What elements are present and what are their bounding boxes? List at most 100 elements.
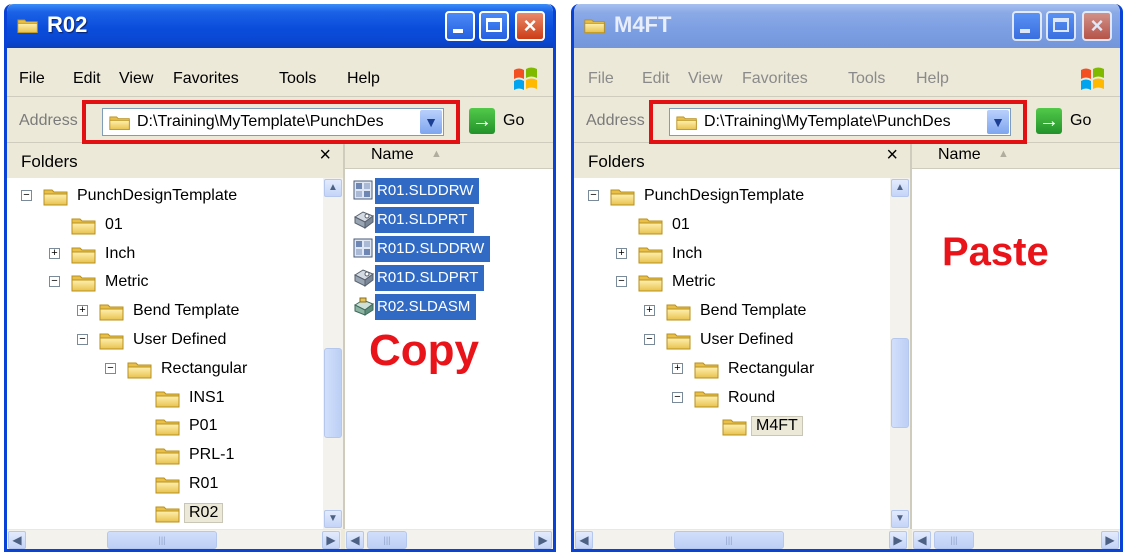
tree-item[interactable]: − PunchDesignTemplate: [21, 183, 321, 211]
scroll-thumb[interactable]: |||: [674, 531, 784, 549]
files-horizontal-scrollbar[interactable]: ◀ ▶ |||: [345, 530, 553, 549]
collapse-icon[interactable]: −: [588, 190, 599, 201]
scroll-up-icon[interactable]: ▲: [891, 179, 909, 197]
tree-item[interactable]: + Inch: [49, 241, 323, 269]
expand-icon[interactable]: +: [616, 247, 627, 259]
tree-item-label: Rectangular: [728, 359, 815, 377]
menu-file[interactable]: File: [19, 70, 45, 88]
collapse-icon[interactable]: −: [77, 334, 88, 345]
tree-item[interactable]: + Bend Template: [77, 298, 323, 326]
menu-favorites[interactable]: Favorites: [742, 70, 808, 88]
menu-help[interactable]: Help: [347, 70, 380, 88]
maximize-button[interactable]: [1046, 11, 1076, 41]
collapse-icon[interactable]: −: [49, 276, 60, 288]
tree-item[interactable]: − Metric: [616, 269, 890, 297]
explorer-window-r02: R02 × File Edit View Favorites Tools Help Addres…: [4, 4, 556, 552]
go-arrow-icon[interactable]: →: [469, 108, 495, 134]
file-name: R02.SLDASM: [375, 294, 477, 320]
tree-item[interactable]: + Rectangular: [672, 356, 890, 384]
tree-item[interactable]: + Bend Template: [644, 298, 890, 326]
expand-icon[interactable]: +: [672, 362, 683, 374]
close-button[interactable]: ×: [515, 11, 545, 41]
tree-item[interactable]: 01: [616, 212, 890, 240]
tree-item[interactable]: − Rectangular: [105, 356, 323, 384]
tree-horizontal-scrollbar[interactable]: ◀ ▶ |||: [7, 530, 341, 549]
menu-view[interactable]: View: [688, 70, 722, 88]
folder-icon: [43, 186, 69, 210]
go-arrow-icon[interactable]: →: [1036, 108, 1062, 134]
tree-item[interactable]: 01: [49, 212, 323, 240]
scroll-left-icon[interactable]: ◀: [346, 531, 364, 549]
go-button[interactable]: Go: [503, 112, 524, 130]
tree-horizontal-scrollbar[interactable]: ◀ ▶ |||: [574, 530, 908, 549]
menu-view[interactable]: View: [119, 70, 153, 88]
scroll-left-icon[interactable]: ◀: [913, 531, 931, 549]
close-button[interactable]: ×: [1082, 11, 1112, 41]
scroll-right-icon[interactable]: ▶: [534, 531, 552, 549]
menu-favorites[interactable]: Favorites: [173, 70, 239, 88]
tree-item[interactable]: R01: [133, 471, 323, 499]
menu-tools[interactable]: Tools: [279, 70, 316, 88]
collapse-icon[interactable]: −: [644, 334, 655, 345]
scroll-thumb[interactable]: |||: [107, 531, 217, 549]
collapse-icon[interactable]: −: [616, 276, 627, 288]
scroll-right-icon[interactable]: ▶: [322, 531, 340, 549]
folder-icon: [71, 272, 97, 296]
address-highlight-box: [82, 100, 460, 144]
tree-item[interactable]: INS1: [133, 385, 323, 413]
expand-icon[interactable]: +: [77, 305, 88, 317]
scroll-thumb[interactable]: [324, 348, 342, 438]
folder-icon: [71, 244, 97, 268]
tree-item[interactable]: − PunchDesignTemplate: [588, 183, 888, 211]
tree-item[interactable]: P01: [133, 413, 323, 441]
collapse-icon[interactable]: −: [21, 190, 32, 201]
window-title: R02: [47, 12, 88, 37]
folder-tree: − PunchDesignTemplate 01 + Inch − Metric + Bend …: [7, 178, 323, 529]
scroll-right-icon[interactable]: ▶: [889, 531, 907, 549]
tree-item-label: PRL-1: [189, 446, 235, 464]
scroll-thumb[interactable]: [891, 338, 909, 428]
close-pane-icon[interactable]: ×: [886, 144, 898, 167]
scroll-up-icon[interactable]: ▲: [324, 179, 342, 197]
tree-item[interactable]: + Inch: [616, 241, 890, 269]
tree-item[interactable]: M4FT: [700, 413, 890, 441]
tree-item-label: Rectangular: [161, 359, 248, 377]
folders-header: Folders ×: [574, 144, 910, 178]
tree-item[interactable]: − Round: [672, 385, 890, 413]
file-name: R01.SLDPRT: [375, 207, 474, 233]
scroll-down-icon[interactable]: ▼: [324, 510, 342, 528]
go-button[interactable]: Go: [1070, 112, 1091, 130]
tree-item[interactable]: PRL-1: [133, 442, 323, 470]
menu-file[interactable]: File: [588, 70, 614, 88]
minimize-button[interactable]: [1012, 11, 1042, 41]
vertical-scrollbar[interactable]: ▲ ▼: [890, 178, 910, 529]
menu-edit[interactable]: Edit: [642, 70, 670, 88]
vertical-scrollbar[interactable]: ▲ ▼: [323, 178, 343, 529]
menu-tools[interactable]: Tools: [848, 70, 885, 88]
name-column-header[interactable]: Name: [371, 146, 414, 164]
close-pane-icon[interactable]: ×: [319, 144, 331, 167]
expand-icon[interactable]: +: [49, 247, 60, 259]
collapse-icon[interactable]: −: [672, 391, 683, 403]
tree-item[interactable]: − Metric: [49, 269, 323, 297]
collapse-icon[interactable]: −: [105, 362, 116, 374]
scroll-down-icon[interactable]: ▼: [891, 510, 909, 528]
maximize-button[interactable]: [479, 11, 509, 41]
files-horizontal-scrollbar[interactable]: ◀ ▶ |||: [912, 530, 1120, 549]
scroll-left-icon[interactable]: ◀: [575, 531, 593, 549]
scroll-left-icon[interactable]: ◀: [8, 531, 26, 549]
tree-item[interactable]: − User Defined: [77, 327, 323, 355]
scroll-thumb[interactable]: |||: [367, 531, 407, 549]
folder-icon: [155, 503, 181, 527]
scroll-thumb[interactable]: |||: [934, 531, 974, 549]
tree-item[interactable]: R02: [133, 500, 323, 528]
scroll-right-icon[interactable]: ▶: [1101, 531, 1119, 549]
tree-item-label: Bend Template: [133, 302, 240, 320]
menu-help[interactable]: Help: [916, 70, 949, 88]
expand-icon[interactable]: +: [644, 305, 655, 317]
file-list-pane: Name ▲ Paste: [912, 144, 1120, 529]
name-column-header[interactable]: Name: [938, 146, 981, 164]
menu-edit[interactable]: Edit: [73, 70, 101, 88]
tree-item[interactable]: − User Defined: [644, 327, 890, 355]
minimize-button[interactable]: [445, 11, 475, 41]
